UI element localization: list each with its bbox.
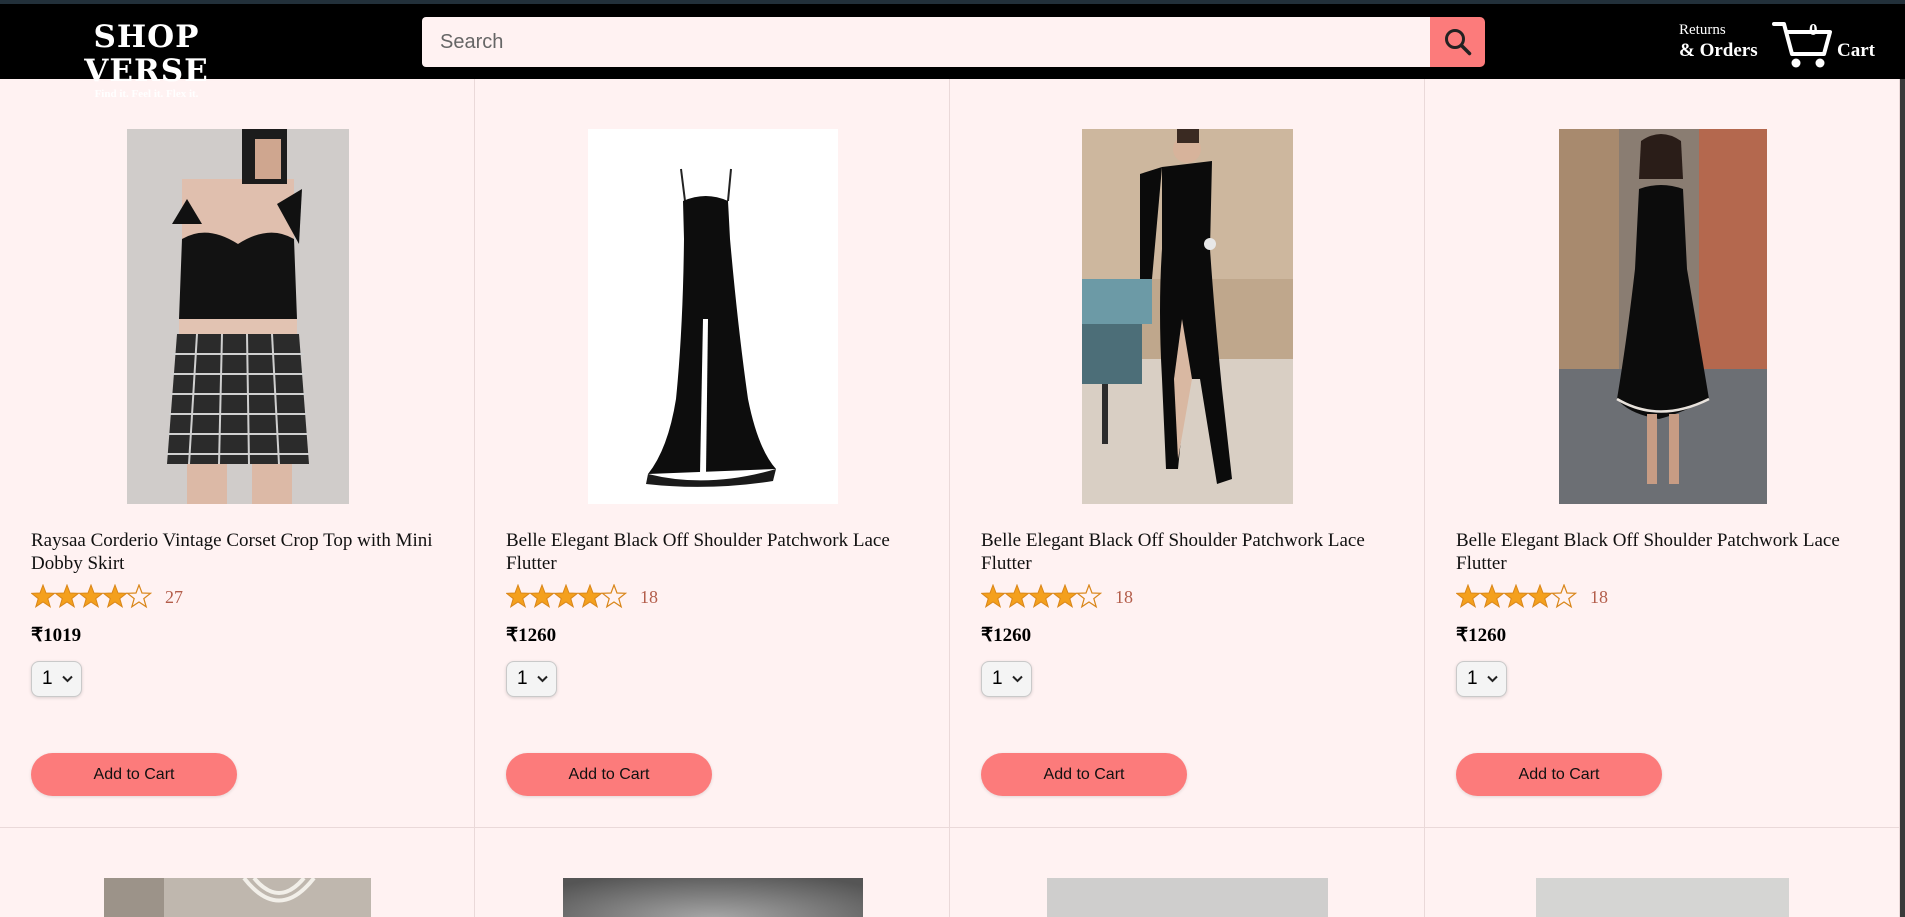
product-image[interactable]	[1558, 129, 1767, 504]
quantity-select[interactable]: 1	[1456, 661, 1507, 697]
product-card	[950, 828, 1425, 917]
product-image[interactable]	[1047, 878, 1328, 917]
product-image-container	[1425, 878, 1900, 917]
product-image[interactable]	[126, 129, 349, 504]
cart-icon	[1772, 22, 1832, 68]
product-card: Belle Elegant Black Off Shoulder Patchwo…	[475, 79, 950, 828]
quantity-value: 1	[992, 668, 1003, 689]
product-price: ₹1260	[506, 625, 557, 646]
add-to-cart-button[interactable]: Add to Cart	[1456, 753, 1662, 796]
product-image[interactable]	[1082, 129, 1293, 504]
search-input[interactable]	[422, 17, 1430, 67]
quantity-select[interactable]: 1	[506, 661, 557, 697]
cart-link[interactable]: 0 Cart	[1772, 16, 1887, 70]
quantity-select[interactable]: 1	[31, 661, 82, 697]
product-name[interactable]: Belle Elegant Black Off Shoulder Patchwo…	[506, 529, 926, 575]
cart-label: Cart	[1837, 40, 1875, 61]
rating-count: 18	[1115, 586, 1133, 607]
chevron-down-icon	[1011, 675, 1023, 683]
product-rating: 18	[981, 584, 1133, 610]
chevron-down-icon	[1486, 675, 1498, 683]
search-icon	[1444, 29, 1471, 56]
product-card	[475, 828, 950, 917]
quantity-value: 1	[1467, 668, 1478, 689]
product-name[interactable]: Belle Elegant Black Off Shoulder Patchwo…	[981, 529, 1401, 575]
product-rating: 18	[1456, 584, 1608, 610]
product-card: Raysaa Corderio Vintage Corset Crop Top …	[0, 79, 475, 828]
product-image[interactable]	[1536, 878, 1789, 917]
chevron-down-icon	[536, 675, 548, 683]
star-rating-icon	[981, 584, 1102, 608]
search-bar	[422, 17, 1430, 67]
add-to-cart-button[interactable]: Add to Cart	[981, 753, 1187, 796]
product-image-container	[0, 878, 475, 917]
quantity-select[interactable]: 1	[981, 661, 1032, 697]
add-to-cart-button[interactable]: Add to Cart	[506, 753, 712, 796]
product-grid: Raysaa Corderio Vintage Corset Crop Top …	[0, 79, 1900, 917]
site-header: SHOP VERSE Find it. Feel it. Flex it. Re…	[0, 4, 1905, 100]
search-button[interactable]	[1430, 17, 1485, 67]
product-card: Belle Elegant Black Off Shoulder Patchwo…	[950, 79, 1425, 828]
product-rating: 27	[31, 584, 183, 610]
window-right-edge	[1900, 79, 1905, 917]
orders-label: & Orders	[1679, 40, 1758, 61]
product-rating: 18	[506, 584, 658, 610]
quantity-value: 1	[517, 668, 528, 689]
product-image-container	[950, 878, 1425, 917]
add-to-cart-button[interactable]: Add to Cart	[31, 753, 237, 796]
rating-count: 18	[1590, 586, 1608, 607]
product-image-container	[475, 129, 950, 504]
product-image[interactable]	[104, 878, 371, 917]
chevron-down-icon	[61, 675, 73, 683]
star-rating-icon	[1456, 584, 1577, 608]
product-name[interactable]: Raysaa Corderio Vintage Corset Crop Top …	[31, 529, 451, 575]
quantity-value: 1	[42, 668, 53, 689]
product-price: ₹1260	[981, 625, 1032, 646]
product-image-container	[0, 129, 475, 504]
star-rating-icon	[31, 584, 152, 608]
logo-title: SHOP VERSE	[84, 19, 209, 89]
returns-orders-link[interactable]: Returns & Orders	[1679, 20, 1758, 62]
rating-count: 27	[165, 586, 183, 607]
product-card	[1425, 828, 1900, 917]
returns-label: Returns	[1679, 22, 1726, 38]
product-card: Belle Elegant Black Off Shoulder Patchwo…	[1425, 79, 1900, 828]
product-image[interactable]	[587, 129, 838, 504]
product-price: ₹1260	[1456, 625, 1507, 646]
product-image-container	[475, 878, 950, 917]
product-image-container	[950, 129, 1425, 504]
product-image-container	[1425, 129, 1900, 504]
product-card	[0, 828, 475, 917]
product-name[interactable]: Belle Elegant Black Off Shoulder Patchwo…	[1456, 529, 1876, 575]
star-rating-icon	[506, 584, 627, 608]
rating-count: 18	[640, 586, 658, 607]
product-image[interactable]	[562, 878, 863, 917]
cart-count: 0	[1809, 20, 1818, 39]
product-price: ₹1019	[31, 625, 82, 646]
